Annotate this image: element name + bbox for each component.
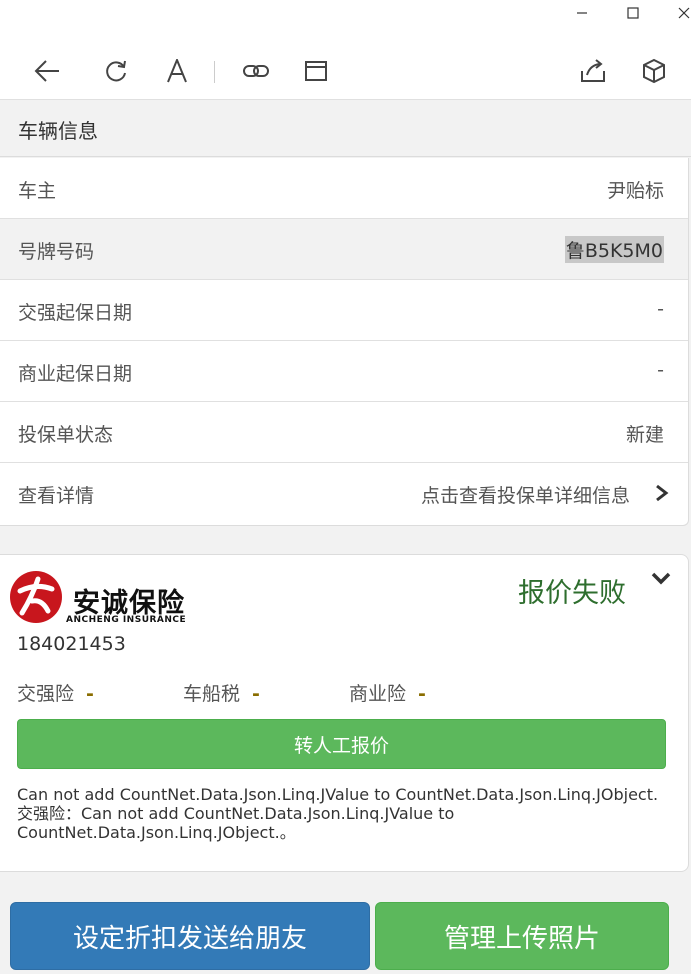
- row-label: 交强起保日期: [18, 302, 133, 324]
- refresh-icon[interactable]: [101, 56, 131, 86]
- browser-toolbar: [0, 28, 691, 100]
- coverage-value: -: [418, 683, 426, 705]
- section-title: 车辆信息: [18, 119, 98, 143]
- manual-quote-button[interactable]: 转人工报价: [17, 719, 666, 769]
- cube-icon[interactable]: [639, 56, 669, 86]
- row-value-selected: 鲁B5K5M0: [564, 236, 664, 263]
- row-value-link[interactable]: 点击查看投保单详细信息: [421, 481, 630, 508]
- quote-card: 安诚保险 ANCHENG INSURANCE 报价失败 184021453 交强…: [0, 554, 689, 872]
- chevron-right-icon[interactable]: [654, 483, 670, 503]
- row-value: 新建: [625, 424, 664, 446]
- close-icon[interactable]: [669, 2, 691, 24]
- quote-status: 报价失败: [518, 578, 626, 609]
- coverage-label: 车船税: [183, 683, 241, 705]
- row-label: 投保单状态: [18, 424, 114, 446]
- row-policy-status: 投保单状态 新建: [0, 402, 688, 463]
- vehicle-info-header: 车辆信息: [0, 100, 691, 157]
- coverage-value: -: [252, 683, 260, 705]
- ancheng-insurance-logo: 安诚保险 ANCHENG INSURANCE: [8, 569, 188, 625]
- toolbar-divider: [214, 61, 215, 83]
- row-commercial-start-date: 商业起保日期 -: [0, 341, 688, 402]
- row-label: 商业起保日期: [18, 363, 133, 385]
- vehicle-info-list: 车主 尹贻标 号牌号码 鲁B5K5M0 交强起保日期 - 商业起保日期 - 投保…: [0, 158, 689, 526]
- link-icon[interactable]: [241, 56, 271, 86]
- manage-photos-button[interactable]: 管理上传照片: [375, 902, 669, 970]
- maximize-icon[interactable]: [618, 2, 648, 24]
- share-icon[interactable]: [578, 56, 608, 86]
- coverage-commercial: 商业险 -: [349, 679, 426, 706]
- back-arrow-icon[interactable]: [32, 56, 62, 86]
- error-message: Can not add CountNet.Data.Json.Linq.JVal…: [17, 785, 659, 842]
- window-icon[interactable]: [301, 56, 331, 86]
- set-discount-send-button[interactable]: 设定折扣发送给朋友: [10, 902, 370, 970]
- row-plate-number: 号牌号码 鲁B5K5M0: [0, 219, 688, 280]
- row-label: 车主: [18, 180, 57, 202]
- minimize-icon[interactable]: [567, 2, 597, 24]
- coverage-label: 商业险: [349, 683, 407, 705]
- company-name-en: ANCHENG INSURANCE: [66, 615, 187, 625]
- logo-emblem-icon: [10, 571, 62, 623]
- row-value: -: [657, 359, 664, 381]
- row-label: 号牌号码: [18, 241, 95, 263]
- row-label: 查看详情: [18, 485, 95, 507]
- chevron-down-icon[interactable]: [650, 571, 672, 587]
- row-view-details[interactable]: 查看详情 点击查看投保单详细信息: [0, 463, 688, 525]
- row-owner: 车主 尹贻标: [0, 158, 688, 219]
- coverage-label: 交强险: [17, 683, 75, 705]
- font-icon[interactable]: [162, 56, 192, 86]
- coverage-vehicle-tax: 车船税 -: [183, 679, 260, 706]
- coverage-value: -: [86, 683, 94, 705]
- policy-number: 184021453: [17, 633, 126, 655]
- coverage-compulsory: 交强险 -: [17, 679, 94, 706]
- row-value: -: [657, 298, 664, 320]
- row-value: 尹贻标: [606, 180, 664, 202]
- title-bar: [0, 0, 691, 28]
- row-compulsory-start-date: 交强起保日期 -: [0, 280, 688, 341]
